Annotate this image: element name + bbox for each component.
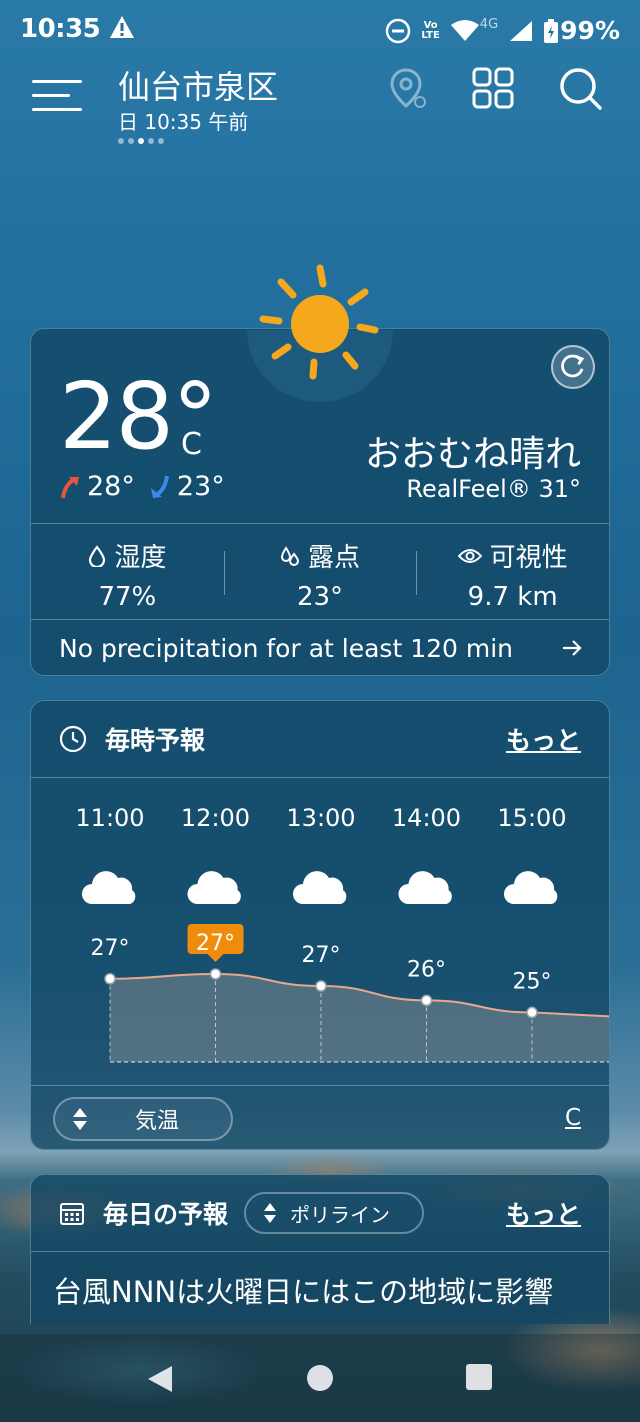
temp-point [420, 994, 433, 1007]
sort-icon [73, 1108, 87, 1130]
city-title[interactable]: 仙台市泉区 [118, 62, 278, 108]
cloudy-icon [504, 871, 558, 904]
weather-condition: おおむね晴れ [364, 434, 581, 475]
menu-line [32, 108, 82, 111]
hour-time: 13:00 [286, 804, 355, 832]
navigation-bar [0, 1334, 640, 1422]
sort-icon [264, 1203, 277, 1223]
hour-time: 11:00 [75, 804, 144, 832]
precipitation-link[interactable]: No precipitation for at least 120 min [31, 620, 609, 676]
hourly-forecast-card: 毎時予報 もっと 11:00 27° 12:00 27° 13:00 27° 14:00 26… [30, 700, 610, 1150]
hour-time: 15:00 [497, 804, 566, 832]
high-low: 28° 23° [59, 471, 225, 502]
polyline-toggle[interactable]: ポリライン [244, 1192, 425, 1234]
realfeel: RealFeel® 31° [406, 475, 581, 503]
metric-toggle[interactable]: 気温 [53, 1097, 233, 1141]
hour-temp: 27° [302, 943, 341, 968]
location-pin-icon[interactable] [384, 66, 428, 110]
page-indicator [118, 138, 164, 144]
arrow-up-icon [61, 476, 79, 498]
unit-link[interactable]: C [565, 1105, 581, 1131]
daily-forecast-card: 毎日の予報 ポリライン もっと 台風NNNは火曜日にはこの地域に影響 [30, 1174, 610, 1324]
stat-value: 23° [296, 582, 344, 612]
sunny-icon [259, 264, 379, 380]
battery-level: 99% [560, 16, 620, 45]
temperature-unit: C [181, 427, 202, 462]
daily-title: 毎日の予報 [103, 1200, 229, 1229]
cloudy-icon [398, 871, 452, 904]
stat-humidity: 湿度 77% [31, 525, 224, 619]
hour-temp: 27° [91, 936, 130, 961]
stat-value: 9.7 km [467, 582, 558, 612]
status-bar: 10:35 Vo LTE 4G 99% [0, 0, 640, 62]
dew-point-icon [280, 545, 300, 566]
cloudy-icon [293, 871, 347, 904]
temp-point [315, 980, 327, 992]
network-badge: 4G [479, 17, 499, 32]
stat-value: 77% [98, 582, 157, 612]
hourly-header: 毎時予報 もっと [31, 701, 609, 777]
search-icon[interactable] [558, 66, 602, 110]
divider [31, 1251, 609, 1252]
arrow-right-icon [563, 640, 582, 656]
arrow-down-icon [150, 475, 169, 498]
alert-icon [110, 16, 134, 38]
menu-line [32, 80, 82, 83]
status-time: 10:35 [20, 14, 101, 44]
clock-icon [59, 725, 87, 753]
location-time: 日 10:35 午前 [118, 110, 249, 134]
refresh-icon[interactable] [551, 345, 595, 389]
status-icons: Vo LTE 4G 99% [385, 16, 620, 45]
temp-point [209, 968, 222, 980]
menu-button[interactable] [32, 76, 84, 116]
stat-label: 湿度 [114, 543, 167, 573]
divider [31, 1085, 609, 1086]
high-temp: 28° [87, 471, 135, 502]
typhoon-banner[interactable]: 台風NNNは火曜日にはこの地域に影響 [53, 1269, 553, 1311]
precipitation-text: No precipitation for at least 120 min [59, 633, 514, 663]
stat-label: 露点 [308, 543, 361, 573]
low-temp: 23° [176, 471, 225, 502]
stats-row: 湿度 77% 露点 23° 可視性 9.7 km [31, 525, 609, 619]
polyline-toggle-label: ポリライン [290, 1202, 391, 1227]
daily-more-link[interactable]: もっと [506, 1195, 581, 1231]
back-icon[interactable] [146, 1364, 174, 1394]
dnd-icon [386, 18, 411, 43]
hour-time: 12:00 [181, 804, 250, 832]
humidity-icon [89, 544, 106, 567]
cloudy-icon [82, 871, 136, 904]
stat-visibility: 可視性 9.7 km [416, 525, 609, 619]
calendar-icon [60, 1203, 84, 1225]
battery-icon [544, 18, 559, 43]
hourly-more-link[interactable]: もっと [506, 721, 581, 757]
volte-icon: Vo LTE [421, 19, 440, 41]
grid-icon[interactable] [471, 66, 515, 110]
divider [31, 523, 609, 524]
hourly-chart: 11:00 27° 12:00 27° 13:00 27° 14:00 26° 15:00 25° [75, 804, 609, 1063]
stat-dewpoint: 露点 23° [223, 525, 417, 619]
menu-line [32, 94, 70, 97]
hour-temp: 25° [513, 969, 552, 994]
temp-point [104, 973, 116, 985]
hourly-title: 毎時予報 [105, 726, 206, 755]
hour-time: 14:00 [392, 804, 461, 832]
hour-temp: 26° [407, 957, 446, 982]
home-icon[interactable] [306, 1364, 334, 1392]
cloudy-icon [187, 871, 241, 904]
hour-temp: 27° [196, 931, 235, 956]
temp-point [526, 1006, 538, 1019]
daily-header: 毎日の予報 ポリライン もっと [31, 1175, 609, 1251]
recents-icon[interactable] [466, 1364, 492, 1390]
eye-icon [457, 548, 482, 563]
stat-label: 可視性 [489, 543, 568, 573]
wifi-icon [450, 19, 479, 41]
metric-toggle-label: 気温 [135, 1109, 180, 1134]
signal-icon [510, 20, 533, 41]
